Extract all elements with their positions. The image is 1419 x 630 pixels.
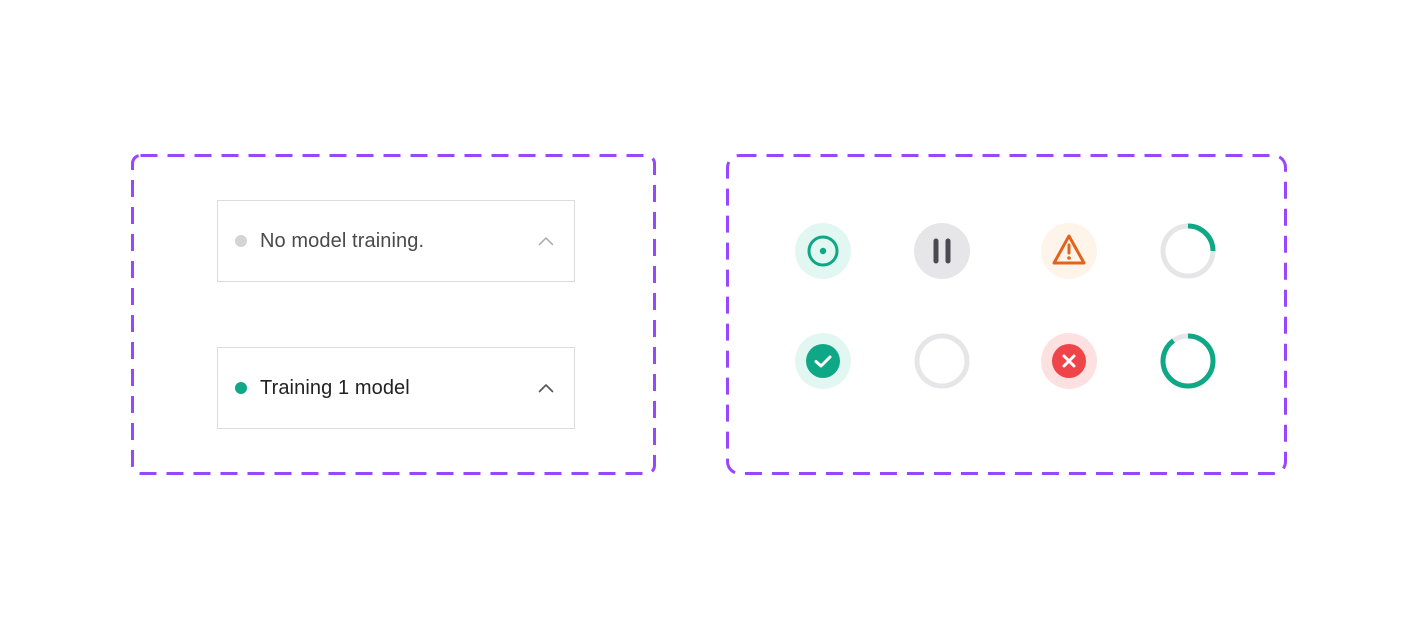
success-check-icon: [794, 332, 852, 390]
chevron-up-icon[interactable]: [538, 236, 554, 246]
paused-icon: [913, 222, 971, 280]
running-icon: [794, 222, 852, 280]
dashed-frame-border: [726, 154, 1287, 475]
training-status-dropdown-idle[interactable]: No model training.: [217, 200, 575, 282]
progress-ring-icon: [1159, 332, 1217, 390]
chevron-up-icon[interactable]: [538, 383, 554, 393]
status-dot-idle-icon: [235, 235, 247, 247]
status-dot-active-icon: [235, 382, 247, 394]
warning-icon: [1040, 222, 1098, 280]
dropdown-variants-frame: No model training. Training 1 model: [131, 154, 656, 475]
error-x-icon: [1040, 332, 1098, 390]
dropdown-label: Training 1 model: [260, 376, 410, 399]
training-status-dropdown-active[interactable]: Training 1 model: [217, 347, 575, 429]
status-icons-frame: [726, 154, 1287, 475]
progress-ring-icon: [1159, 222, 1217, 280]
progress-ring-fill: [1160, 333, 1216, 389]
dropdown-label: No model training.: [260, 229, 425, 252]
pending-ring-icon: [913, 332, 971, 390]
